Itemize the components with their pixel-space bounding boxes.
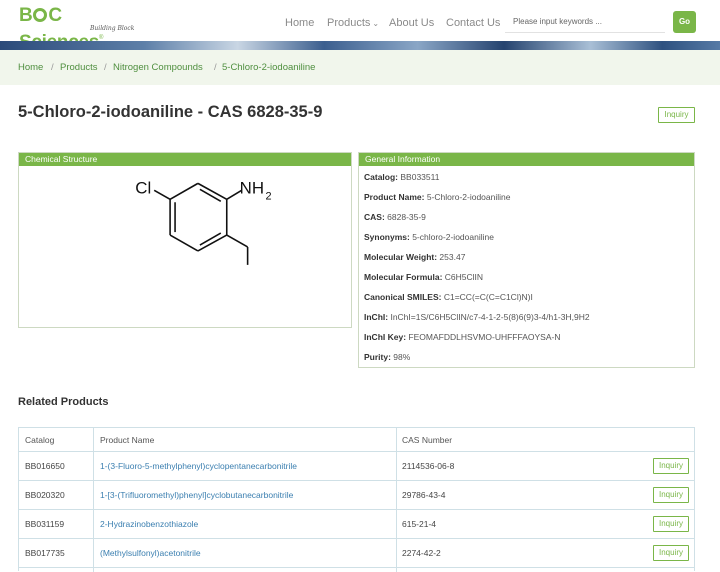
logo-tagline: Building Block	[90, 25, 135, 32]
row-catalog: BB016650	[25, 461, 65, 471]
info-molecular-formula: Molecular Formula: C6H5ClIN	[364, 272, 484, 282]
breadcrumb-separator: /	[104, 62, 107, 73]
search-input[interactable]	[505, 11, 665, 33]
row-inquiry-button[interactable]: Inquiry	[653, 458, 689, 474]
atom-label-cl: Cl	[135, 178, 151, 197]
logo-ring-icon	[33, 8, 48, 22]
related-products-table: Catalog Product Name CAS Number BB016650…	[18, 427, 695, 572]
breadcrumb-separator: /	[214, 62, 217, 73]
row-catalog: BB020320	[25, 490, 65, 500]
column-header-catalog: Catalog	[25, 435, 55, 445]
chemical-structure-image: Cl NH 2	[135, 178, 272, 265]
row-inquiry-button[interactable]: Inquiry	[653, 516, 689, 532]
nav-about-us[interactable]: About Us	[389, 17, 434, 29]
row-catalog: BB031159	[25, 519, 65, 529]
breadcrumb-products[interactable]: Products	[60, 62, 98, 73]
row-product-link[interactable]: 1-[3-(Trifluoromethyl)phenyl]cyclobutane…	[100, 490, 293, 500]
info-product-name: Product Name: 5-Chloro-2-iodoaniline	[364, 192, 511, 202]
info-molecular-weight: Molecular Weight: 253.47	[364, 252, 466, 262]
info-inchi-key: InChI Key: FEOMAFDDLHSVMO-UHFFFAOYSA-N	[364, 332, 561, 342]
row-cas: 2114536-06-8	[402, 461, 455, 471]
info-purity: Purity: 98%	[364, 352, 411, 362]
chemical-structure-heading: Chemical Structure	[19, 153, 351, 166]
table-header-row: Catalog Product Name CAS Number	[19, 428, 694, 452]
search-go-button[interactable]: Go	[673, 11, 696, 33]
general-information-heading: General Information	[359, 153, 694, 166]
row-inquiry-button[interactable]: Inquiry	[653, 545, 689, 561]
chemical-structure-panel: Chemical Structure Cl NH 2	[18, 152, 352, 328]
chevron-down-icon: ⌄	[372, 19, 380, 28]
site-header: BC Sciences® Building Block Home Product…	[0, 0, 720, 53]
nav-contact-us[interactable]: Contact Us	[446, 17, 500, 29]
header-banner-image	[0, 41, 720, 50]
row-cas: 29786-43-4	[402, 490, 446, 500]
related-products-heading: Related Products	[18, 396, 109, 408]
row-inquiry-button[interactable]: Inquiry	[653, 487, 689, 503]
page-title: 5-Chloro-2-iodoaniline - CAS 6828-35-9	[18, 103, 323, 121]
breadcrumb-separator: /	[51, 62, 54, 73]
atom-label-nh2: NH	[240, 178, 264, 197]
info-catalog: Catalog: BB033511	[364, 172, 440, 182]
info-canonical-smiles: Canonical SMILES: C1=CC(=C(C=C1Cl)N)I	[364, 292, 533, 302]
row-cas: 2274-42-2	[402, 548, 441, 558]
table-row: BB016650 1-(3-Fluoro-5-methylphenyl)cycl…	[19, 452, 694, 481]
row-product-link[interactable]: 1-(3-Fluoro-5-methylphenyl)cyclopentanec…	[100, 461, 297, 471]
table-row: BB020320 1-[3-(Trifluoromethyl)phenyl]cy…	[19, 481, 694, 510]
table-row: BB017735 (Methylsulfonyl)acetonitrile 22…	[19, 539, 694, 568]
atom-label-subscript-2: 2	[266, 190, 272, 202]
nav-products[interactable]: Products ⌄	[327, 17, 379, 29]
breadcrumb-home[interactable]: Home	[18, 62, 43, 73]
breadcrumb-nitrogen-compounds[interactable]: Nitrogen Compounds	[113, 62, 203, 73]
nav-products-label: Products	[327, 17, 371, 29]
table-row: BB031159 2-Hydrazinobenzothiazole 615-21…	[19, 510, 694, 539]
nav-home[interactable]: Home	[285, 17, 314, 29]
info-synonyms: Synonyms: 5-chloro-2-iodoaniline	[364, 232, 494, 242]
info-cas: CAS: 6828-35-9	[364, 212, 426, 222]
general-information-panel: General Information Catalog: BB033511 Pr…	[358, 152, 695, 368]
row-catalog: BB017735	[25, 548, 65, 558]
info-inchi: InChI: InChI=1S/C6H5ClIN/c7-4-1-2-5(8)6(…	[364, 312, 590, 322]
row-product-link[interactable]: (Methylsulfonyl)acetonitrile	[100, 548, 201, 558]
row-product-link[interactable]: 2-Hydrazinobenzothiazole	[100, 519, 198, 529]
column-header-cas-number: CAS Number	[402, 435, 453, 445]
inquiry-button[interactable]: Inquiry	[658, 107, 695, 123]
column-header-product-name: Product Name	[100, 435, 155, 445]
breadcrumb-current-product[interactable]: 5-Chloro-2-iodoaniline	[222, 62, 315, 73]
breadcrumb	[0, 50, 720, 85]
site-logo[interactable]: BC Sciences® Building Block	[19, 5, 139, 53]
row-cas: 615-21-4	[402, 519, 437, 529]
